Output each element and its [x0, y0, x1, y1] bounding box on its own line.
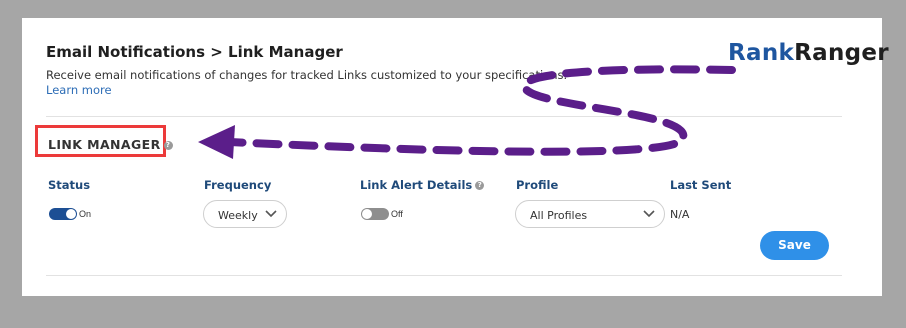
dashed-arrow-path [226, 65, 736, 156]
annotation-arrow [198, 65, 736, 159]
arrowhead [198, 125, 235, 159]
